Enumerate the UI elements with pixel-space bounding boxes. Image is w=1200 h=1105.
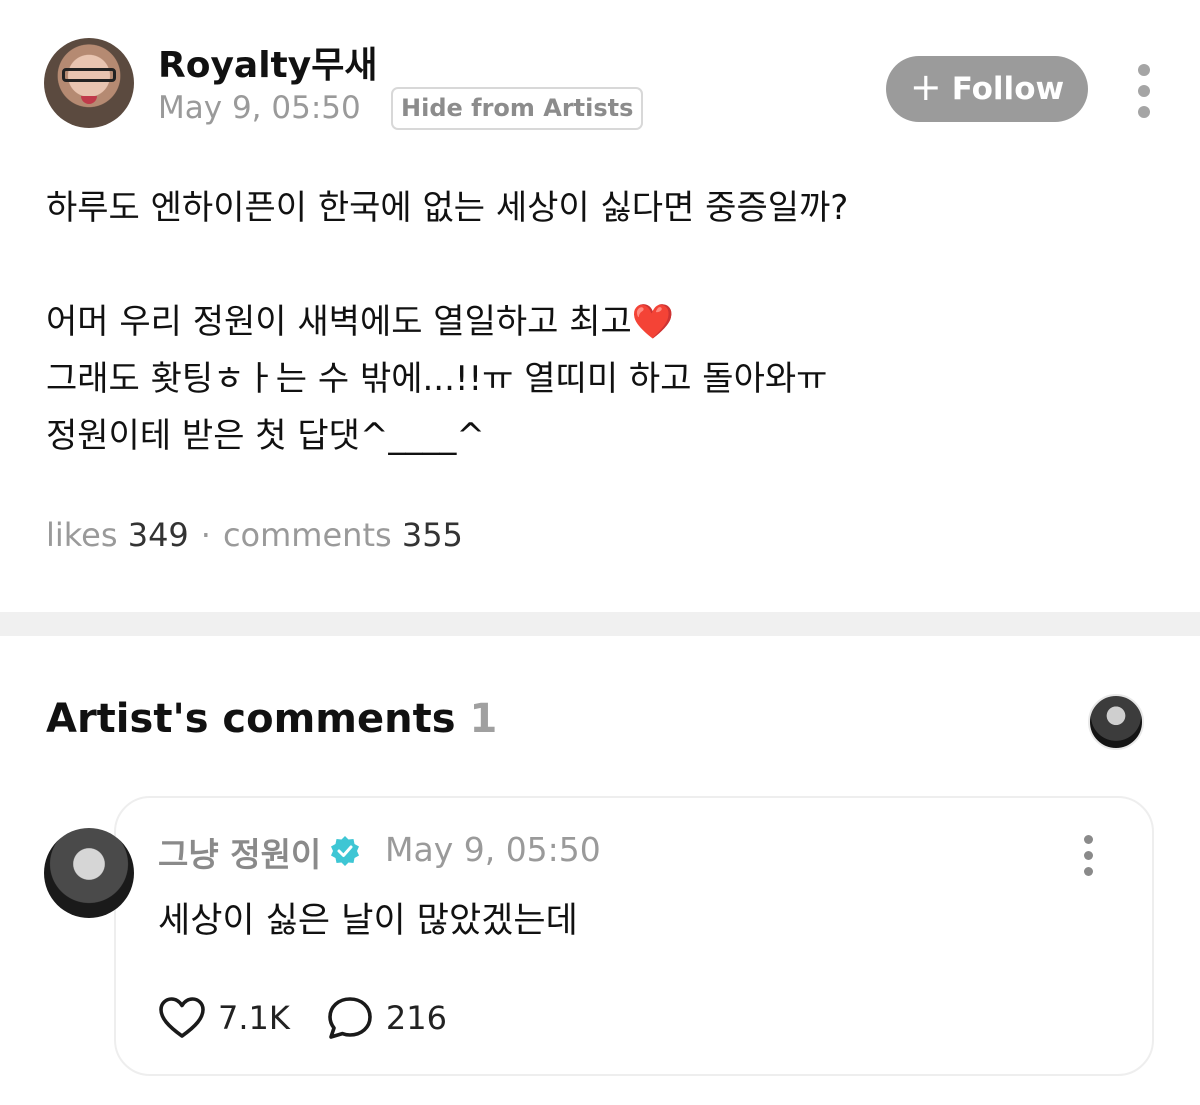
post-stats: likes 349 · comments 355 — [46, 516, 463, 554]
commenter-name[interactable]: 그냥 정원이 — [158, 828, 321, 876]
follow-button[interactable]: + Follow — [886, 56, 1088, 122]
likes-count[interactable]: 349 — [128, 516, 189, 554]
artist-avatar-thumbnail[interactable] — [1088, 694, 1144, 750]
heart-icon — [159, 997, 205, 1038]
comment-actions: 7.1K 216 — [158, 993, 447, 1043]
like-count: 7.1K — [218, 999, 290, 1037]
heart-emoji: ❤️ — [631, 302, 675, 342]
post-timestamp: May 9, 05:50 — [158, 90, 361, 126]
commenter-avatar[interactable] — [44, 828, 134, 918]
comment-bubble-icon — [328, 997, 372, 1039]
post-more-icon[interactable] — [1136, 64, 1152, 118]
author-name[interactable]: Royalty무새 — [158, 36, 377, 88]
avatar-glasses — [62, 68, 116, 82]
likes-label: likes — [46, 516, 118, 554]
artist-comments-count: 1 — [469, 696, 498, 742]
comments-count[interactable]: 355 — [402, 516, 463, 554]
comment-timestamp: May 9, 05:50 — [385, 830, 601, 869]
comments-label: comments — [222, 516, 392, 554]
post-line: 하루도 엔하이픈이 한국에 없는 세상이 싫다면 중증일까? — [46, 188, 849, 228]
comment-more-icon[interactable] — [1080, 835, 1096, 876]
artist-comments-title: Artist's comments 1 — [46, 696, 498, 742]
post-line: 어머 우리 정원이 새벽에도 열일하고 최고❤️ — [46, 302, 675, 342]
verified-badge-icon — [331, 836, 359, 866]
author-avatar[interactable] — [44, 38, 134, 128]
comment-text: 세상이 싫은 날이 많았겠는데 — [158, 901, 578, 941]
reply-count: 216 — [385, 999, 447, 1037]
reply-button[interactable]: 216 — [326, 995, 447, 1041]
post: Royalty무새 May 9, 05:50 Hide from Artists… — [0, 0, 1200, 612]
post-line: ​ — [46, 237, 1156, 294]
plus-icon: + — [909, 65, 942, 109]
post-line: 그래도 홧팅ㅎㅏ는 수 밖에...!!ㅠ 열띠미 하고 돌아와ㅠ — [46, 359, 828, 399]
post-body: 하루도 엔하이픈이 한국에 없는 세상이 싫다면 중증일까? ​ 어머 우리 정… — [46, 180, 1156, 465]
post-line: 정원이테 받은 첫 답댓^____^ — [46, 416, 485, 456]
follow-label: Follow — [951, 71, 1065, 107]
avatar-mouth — [81, 96, 97, 104]
hide-from-artists-badge: Hide from Artists — [391, 87, 644, 130]
section-divider — [0, 612, 1200, 636]
like-button[interactable]: 7.1K — [158, 996, 290, 1040]
stats-separator: · — [200, 516, 211, 554]
